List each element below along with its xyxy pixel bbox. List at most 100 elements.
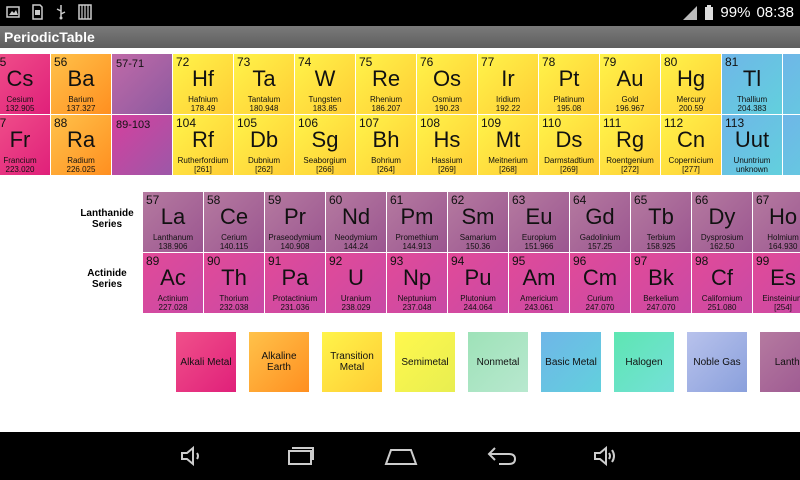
element-cell[interactable]: 109 Mt Meitnerium [268] — [478, 115, 538, 175]
element-cell[interactable]: 81 Tl Thallium 204.383 — [722, 54, 782, 114]
element-cell[interactable]: 63 Eu Europium 151.966 — [509, 192, 569, 252]
element-cell[interactable]: 58 Ce Cerium 140.115 — [204, 192, 264, 252]
element-symbol: Fr — [9, 127, 31, 152]
element-symbol: Cs — [6, 66, 34, 91]
element-cell[interactable]: 107 Bh Bohrium [264] — [356, 115, 416, 175]
element-cell[interactable]: 73 Ta Tantalum 180.948 — [234, 54, 294, 114]
category-legend: Alkali Metal Alkaline Earth Transition Met… — [176, 332, 800, 392]
atomic-mass: 195.08 — [556, 104, 582, 113]
period-6-row: 55CsCesium132.90556BaBarium137.32757-717… — [0, 54, 800, 114]
element-cell[interactable]: 93 Np Neptunium 237.048 — [387, 253, 447, 313]
atomic-mass: 138.906 — [158, 242, 188, 251]
element-name: Curium — [587, 294, 613, 303]
element-symbol: Rf — [192, 127, 214, 152]
atomic-mass: 178.49 — [190, 104, 216, 113]
element-symbol: Pr — [284, 204, 306, 229]
element-symbol: Mt — [495, 127, 521, 152]
recent-apps-icon[interactable] — [287, 442, 315, 470]
element-cell[interactable]: 75 Re Rhenium 186.207 — [356, 54, 416, 114]
atomic-mass: 140.115 — [219, 242, 249, 251]
element-cell[interactable]: 90 Th Thorium 232.038 — [204, 253, 264, 313]
element-cell[interactable]: 72 Hf Hafnium 178.49 — [173, 54, 233, 114]
element-name: Hafnium — [188, 95, 218, 104]
element-name: Cesium — [6, 95, 34, 104]
element-cell[interactable]: 59 Pr Praseodymium 140.908 — [265, 192, 325, 252]
element-cell[interactable]: 98 Cf Californium 251.080 — [692, 253, 752, 313]
volume-up-icon[interactable] — [592, 442, 620, 470]
element-cell[interactable]: 92 U Uranium 238.029 — [326, 253, 386, 313]
element-cell[interactable]: 94 Pu Plutonium 244.064 — [448, 253, 508, 313]
element-cell[interactable]: 55CsCesium132.905 — [0, 54, 50, 114]
element-symbol: Hs — [433, 127, 461, 152]
element-cell[interactable]: 108 Hs Hassium [269] — [417, 115, 477, 175]
atomic-mass: 183.85 — [312, 104, 338, 113]
element-cell[interactable] — [783, 54, 800, 114]
atomic-mass: [269] — [560, 165, 578, 174]
element-name: Meitnerium — [488, 156, 528, 165]
element-symbol: U — [348, 265, 364, 290]
atomic-mass: 157.25 — [587, 242, 613, 251]
back-icon[interactable] — [485, 442, 517, 470]
volume-down-icon[interactable] — [178, 442, 206, 470]
element-cell[interactable]: 96 Cm Curium 247.070 — [570, 253, 630, 313]
element-cell[interactable]: Fle — [783, 115, 800, 175]
element-cell[interactable]: 78 Pt Platinum 195.08 — [539, 54, 599, 114]
element-cell[interactable]: 95 Am Americium 243.061 — [509, 253, 569, 313]
element-cell[interactable]: 66 Dy Dysprosium 162.50 — [692, 192, 752, 252]
element-name: Platinum — [553, 95, 585, 104]
element-cell[interactable]: 89 Ac Actinium 227.028 — [143, 253, 203, 313]
element-symbol: Np — [402, 265, 432, 290]
legend-swatch: Alkaline Earth — [249, 332, 309, 392]
actinide-series-label: Actinide Series — [87, 268, 127, 290]
element-cell[interactable]: 111 Rg Roentgenium [272] — [600, 115, 660, 175]
element-cell[interactable]: 56 Ba Barium 137.327 — [51, 54, 111, 114]
element-cell[interactable]: 110 Ds Darmstadtium [269] — [539, 115, 599, 175]
element-cell[interactable]: 65 Tb Terbium 158.925 — [631, 192, 691, 252]
element-cell[interactable]: 112 Cn Copernicium [277] — [661, 115, 721, 175]
element-cell[interactable]: 106 Sg Seaborgium [266] — [295, 115, 355, 175]
atomic-mass: [277] — [682, 165, 700, 174]
element-cell[interactable]: 60 Nd Neodymium 144.24 — [326, 192, 386, 252]
element-cell[interactable]: 80 Hg Mercury 200.59 — [661, 54, 721, 114]
element-cell[interactable]: 99 Es Einsteinium [254] — [753, 253, 800, 313]
element-cell[interactable]: 57 La Lanthanum 138.906 — [143, 192, 203, 252]
element-name: Darmstadtium — [544, 156, 594, 165]
element-cell[interactable]: 97 Bk Berkelium 247.070 — [631, 253, 691, 313]
element-cell[interactable]: 104 Rf Rutherfordium [261] — [173, 115, 233, 175]
element-cell[interactable]: 105 Db Dubnium [262] — [234, 115, 294, 175]
element-cell[interactable]: 79 Au Gold 196.967 — [600, 54, 660, 114]
element-symbol: Ba — [67, 66, 95, 91]
atomic-mass: 150.36 — [465, 242, 491, 251]
app-title: PeriodicTable — [4, 29, 95, 45]
periodic-table-view[interactable]: 55CsCesium132.90556BaBarium137.32757-717… — [0, 48, 800, 432]
element-cell[interactable]: 87FrFrancium223.020 — [0, 115, 50, 175]
element-cell[interactable]: 91 Pa Protactinium 231.036 — [265, 253, 325, 313]
element-name: Bohrium — [371, 156, 401, 165]
element-cell[interactable]: 74 W Tungsten 183.85 — [295, 54, 355, 114]
element-cell[interactable]: 76 Os Osmium 190.23 — [417, 54, 477, 114]
atomic-mass: 227.028 — [158, 303, 188, 312]
element-cell[interactable]: 61 Pm Promethium 144.913 — [387, 192, 447, 252]
element-cell[interactable]: 62 Sm Samarium 150.36 — [448, 192, 508, 252]
home-icon[interactable] — [384, 442, 418, 470]
element-name: Praseodymium — [268, 233, 322, 242]
series-placeholder-cell[interactable]: 57-71 — [112, 54, 172, 114]
element-name: Lanthanum — [152, 233, 194, 242]
element-cell[interactable]: 67 Ho Holmium 164.930 — [753, 192, 800, 252]
element-cell[interactable]: 64 Gd Gadolinium 157.25 — [570, 192, 630, 252]
element-symbol: Sm — [461, 204, 495, 229]
atomic-mass: 238.029 — [341, 303, 371, 312]
element-cell[interactable]: 113 Uut Ununtrium unknown — [722, 115, 782, 175]
atomic-mass: [261] — [194, 165, 212, 174]
usb-icon — [56, 5, 66, 20]
element-symbol: La — [160, 204, 186, 229]
element-cell[interactable]: 77 Ir Iridium 192.22 — [478, 54, 538, 114]
series-range: 57-71 — [116, 58, 145, 70]
element-cell[interactable]: 88 Ra Radium 226.025 — [51, 115, 111, 175]
series-placeholder-cell[interactable]: 89-103 — [112, 115, 172, 175]
status-icons-left — [6, 4, 92, 20]
series-range: 89-103 — [116, 119, 151, 131]
element-symbol: Cn — [676, 127, 706, 152]
clock: 08:38 — [756, 4, 794, 21]
element-name: Neodymium — [334, 233, 378, 242]
